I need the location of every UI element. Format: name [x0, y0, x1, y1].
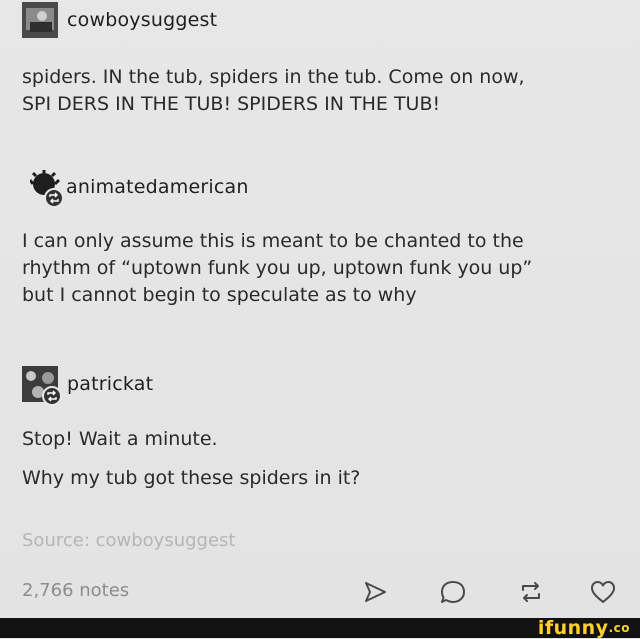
- user-row: cowboysuggest: [22, 2, 525, 38]
- post-text-line: Stop! Wait a minute.: [22, 428, 218, 450]
- reblog-badge-icon: [42, 386, 62, 406]
- reply-icon[interactable]: [438, 577, 468, 607]
- reblog-icon[interactable]: [516, 577, 546, 607]
- reblog-cowboysuggest: cowboysuggest spiders. IN the tub, spide…: [22, 2, 525, 118]
- reblog-badge-icon: [44, 188, 64, 208]
- avatar[interactable]: [22, 2, 58, 38]
- watermark-bar: ifunny.co: [0, 618, 640, 638]
- send-icon[interactable]: [360, 577, 390, 607]
- post-text-line: but I cannot begin to speculate as to wh…: [22, 284, 417, 306]
- post-text-line: SPI DERS IN THE TUB! SPIDERS IN THE TUB!: [22, 93, 441, 115]
- username[interactable]: animatedamerican: [66, 176, 249, 198]
- ifunny-logo: ifunny.co: [538, 618, 630, 638]
- post-text-line: spiders. IN the tub, spiders in the tub.…: [22, 66, 525, 88]
- source-link[interactable]: Source: cowboysuggest: [22, 530, 235, 551]
- notes-count[interactable]: 2,766 notes: [22, 580, 129, 601]
- post-text-line: I can only assume this is meant to be ch…: [22, 230, 524, 252]
- post-actions: [360, 577, 620, 607]
- username[interactable]: patrickat: [67, 373, 153, 395]
- user-row: animatedamerican: [22, 170, 532, 208]
- username[interactable]: cowboysuggest: [67, 9, 217, 31]
- reblog-animatedamerican: animatedamerican I can only assume this …: [22, 170, 532, 309]
- reblog-patrickat: patrickat Stop! Wait a minute. Why my tu…: [22, 366, 360, 492]
- post-text-line: rhythm of “uptown funk you up, uptown fu…: [22, 257, 533, 279]
- avatar[interactable]: [22, 366, 62, 406]
- avatar-image: [22, 2, 58, 38]
- heart-icon[interactable]: [588, 577, 618, 607]
- avatar[interactable]: [28, 170, 64, 208]
- tumblr-post: cowboysuggest spiders. IN the tub, spide…: [0, 0, 640, 618]
- logo-suffix: .co: [608, 621, 630, 635]
- user-row: patrickat: [22, 366, 360, 406]
- post-text-line: Why my tub got these spiders in it?: [22, 467, 361, 489]
- logo-text: ifunny: [537, 617, 609, 639]
